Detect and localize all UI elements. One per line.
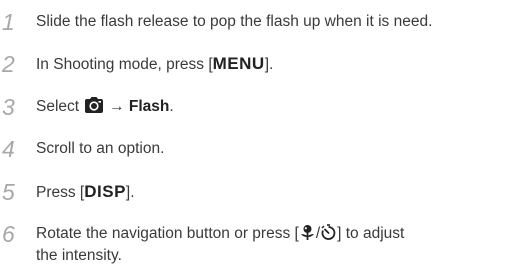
menu-key-label: MENU	[212, 54, 265, 73]
flash-menu-label: Flash	[128, 98, 170, 115]
step-text: Scroll to an option.	[36, 140, 165, 157]
step-text-pre: Rotate the navigation button or press [	[36, 225, 299, 242]
step-number: 6	[2, 221, 15, 247]
step-number: 5	[2, 179, 15, 205]
step-number: 3	[2, 94, 15, 120]
step-number: 1	[2, 9, 15, 35]
step-text-post: ] to adjust	[337, 225, 405, 242]
camera-icon	[83, 96, 105, 121]
step-text: Select → Flash.	[36, 95, 174, 121]
step-text: Slide the flash release to pop the flash…	[36, 13, 433, 30]
step-text-pre: Select	[36, 98, 80, 115]
timer-icon	[320, 224, 337, 248]
step-text: Press [DISP].	[36, 180, 135, 204]
step-text-pre: Press [	[36, 184, 85, 201]
step-text-pre: In Shooting mode, press [	[36, 56, 213, 73]
step-number: 4	[2, 136, 15, 162]
disp-key-label: DISP	[84, 182, 126, 201]
step-number: 2	[2, 51, 15, 77]
step-text-post: ].	[125, 184, 135, 201]
step-text: In Shooting mode, press [MENU].	[36, 52, 273, 76]
arrow-glyph: →	[109, 98, 125, 115]
step-text-post: .	[169, 98, 174, 115]
macro-flower-icon	[299, 224, 316, 248]
step-text-post: ].	[264, 56, 274, 73]
